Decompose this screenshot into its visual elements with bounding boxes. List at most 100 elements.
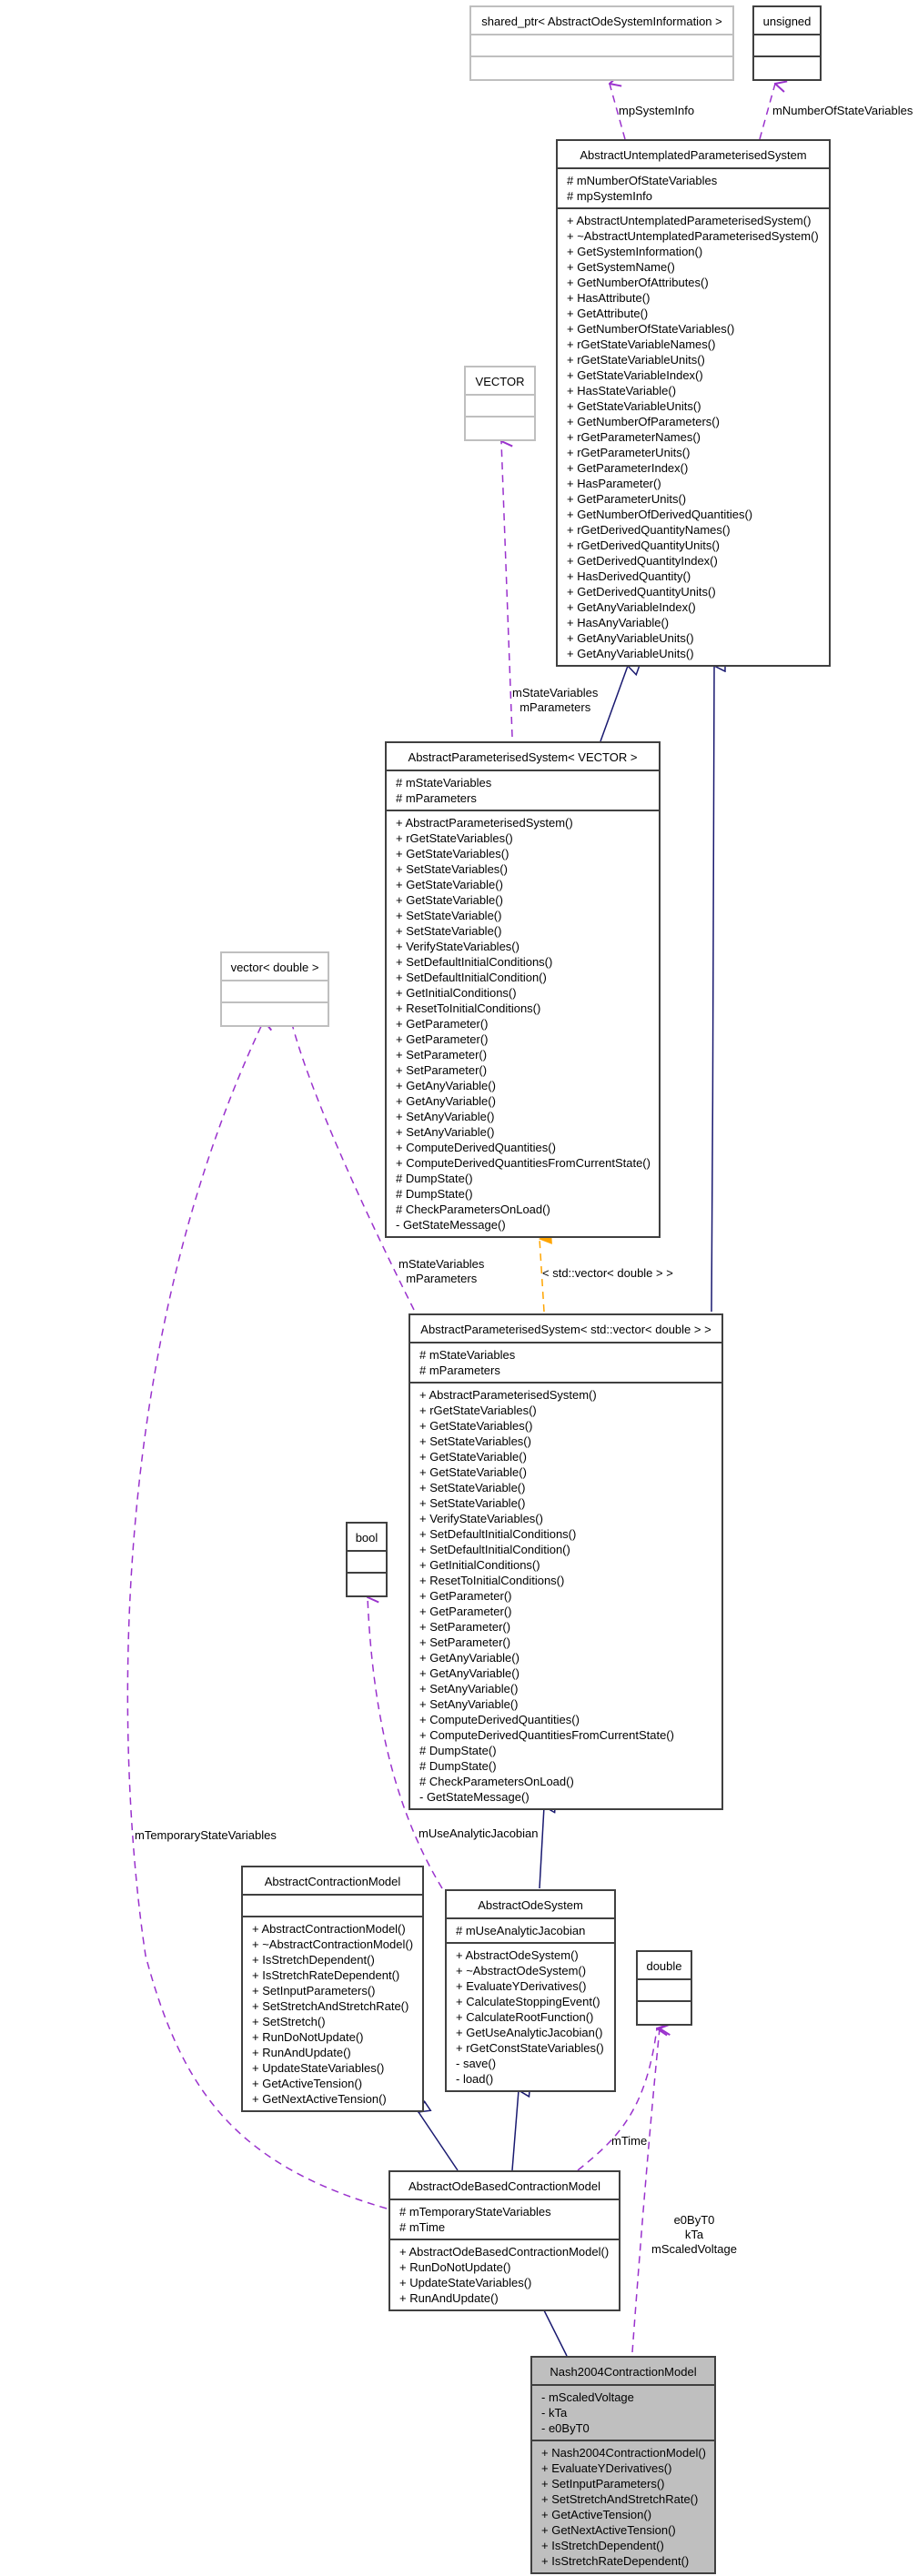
method: # DumpState() [419, 1744, 497, 1757]
methods-section [466, 418, 534, 439]
edge-vector-members [501, 441, 513, 738]
class-vector-double[interactable]: vector< double > [220, 951, 329, 1027]
method: + SetStateVariable() [419, 1496, 526, 1510]
method: + rGetDerivedQuantityNames() [567, 523, 731, 537]
method: + UpdateStateVariables() [252, 2061, 385, 2075]
attributes-section [222, 981, 328, 1003]
attribute: - e0ByT0 [541, 2421, 590, 2435]
methods-section [348, 1574, 386, 1595]
class-abstract-ode-system[interactable]: AbstractOdeSystem # mUseAnalyticJacobian +… [445, 1889, 616, 2092]
attribute: # mParameters [396, 791, 477, 805]
attributes-section [243, 1896, 422, 1917]
method: + GetNextActiveTension() [541, 2523, 676, 2537]
edge-inherit-odesystem [539, 1806, 544, 1889]
label-template-binding: < std::vector< double > > [542, 1266, 673, 1280]
method: + SetStretch() [252, 2015, 326, 2028]
class-unsigned[interactable]: unsigned [752, 5, 822, 81]
method: + GetUseAnalyticJacobian() [456, 2026, 603, 2039]
method: + SetAnyVariable() [396, 1110, 495, 1123]
label-line: e0ByT0 [673, 2213, 715, 2227]
label-line: kTa [684, 2228, 704, 2241]
method: + VerifyStateVariables() [396, 940, 520, 953]
attribute: - mScaledVoltage [541, 2390, 634, 2404]
methods-section: + AbstractOdeBasedContractionModel() + Ru… [390, 2240, 619, 2309]
method: + AbstractParameterisedSystem() [396, 816, 573, 830]
methods-section [638, 2002, 691, 2024]
method: + GetInitialConditions() [419, 1558, 540, 1572]
class-abstract-untemplated-parameterised-system[interactable]: AbstractUntemplatedParameterisedSystem # … [556, 139, 831, 667]
class-name: bool [348, 1524, 386, 1552]
attributes-section [471, 35, 732, 57]
method: + HasStateVariable() [567, 384, 677, 397]
method: + GetParameterUnits() [567, 492, 687, 506]
method: + GetParameter() [396, 1017, 489, 1031]
method: + SetParameter() [396, 1048, 488, 1062]
method: + SetParameter() [419, 1620, 511, 1634]
attributes-section: - mScaledVoltage - kTa - e0ByT0 [532, 2386, 714, 2441]
methods-section: + AbstractUntemplatedParameterisedSystem… [558, 209, 829, 665]
method: + GetAnyVariable() [419, 1666, 520, 1680]
class-name: AbstractUntemplatedParameterisedSystem [558, 141, 829, 169]
method: + SetStateVariable() [396, 924, 502, 938]
method: + Nash2004ContractionModel() [541, 2446, 707, 2460]
class-abstract-parameterised-system-vector[interactable]: AbstractParameterisedSystem< VECTOR > # m… [385, 741, 661, 1238]
method: + GetStateVariables() [396, 847, 509, 860]
label-line: mStateVariables [398, 1257, 485, 1271]
class-name: AbstractParameterisedSystem< VECTOR > [387, 743, 659, 771]
method: + VerifyStateVariables() [419, 1512, 543, 1525]
method: + SetParameter() [396, 1063, 488, 1077]
method: + ComputeDerivedQuantitiesFromCurrentSta… [396, 1156, 651, 1170]
class-shared-ptr[interactable]: shared_ptr< AbstractOdeSystemInformation… [469, 5, 734, 81]
attributes-section: # mTemporaryStateVariables # mTime [390, 2200, 619, 2240]
class-abstract-parameterised-system-std-vector[interactable]: AbstractParameterisedSystem< std::vector… [409, 1313, 723, 1810]
label-double-members: e0ByT0 kTa mScaledVoltage [651, 2213, 737, 2257]
method: + GetDerivedQuantityIndex() [567, 554, 718, 568]
method: + RunDoNotUpdate() [252, 2030, 364, 2044]
method: + GetSystemInformation() [567, 245, 703, 258]
method: + GetParameter() [419, 1605, 512, 1618]
method: + rGetParameterUnits() [567, 446, 691, 459]
attributes-section [754, 35, 820, 57]
method: + GetAnyVariableUnits() [567, 647, 694, 660]
attribute: # mTemporaryStateVariables [399, 2205, 551, 2219]
method: + GetStateVariableUnits() [567, 399, 701, 413]
method: + SetInputParameters() [541, 2477, 665, 2490]
class-vector-template[interactable]: VECTOR [464, 366, 536, 441]
method: + rGetStateVariables() [419, 1404, 537, 1417]
methods-section: + AbstractContractionModel() + ~AbstractC… [243, 1917, 422, 2110]
class-abstract-ode-based-contraction-model[interactable]: AbstractOdeBasedContractionModel # mTempo… [388, 2170, 620, 2311]
method: + SetStateVariable() [419, 1481, 526, 1494]
method: + ResetToInitialConditions() [419, 1574, 565, 1587]
edge-inherit-aps-vector [600, 666, 628, 742]
methods-section: + AbstractOdeSystem() + ~AbstractOdeSyste… [447, 1944, 614, 2090]
class-double[interactable]: double [636, 1950, 692, 2026]
class-abstract-contraction-model[interactable]: AbstractContractionModel + AbstractContra… [241, 1866, 424, 2112]
method: + SetDefaultInitialConditions() [396, 955, 553, 969]
method: + SetStateVariables() [396, 862, 508, 876]
method: # CheckParametersOnLoad() [419, 1775, 574, 1788]
method: + GetAnyVariable() [396, 1079, 496, 1092]
attributes-section [638, 1980, 691, 2002]
method: + ComputeDerivedQuantitiesFromCurrentSta… [419, 1728, 674, 1742]
edge-inherit-odesystem-untemplated [711, 666, 714, 1313]
class-name: double [638, 1952, 691, 1980]
class-bool[interactable]: bool [346, 1522, 388, 1597]
attributes-section: # mStateVariables # mParameters [387, 771, 659, 811]
attribute: # mpSystemInfo [567, 189, 652, 203]
class-nash2004-contraction-model[interactable]: Nash2004ContractionModel - mScaledVoltage… [530, 2356, 716, 2574]
method: + IsStretchDependent() [541, 2539, 664, 2552]
method: + rGetDerivedQuantityUnits() [567, 538, 720, 552]
method: + SetStateVariables() [419, 1434, 531, 1448]
method: + SetAnyVariable() [419, 1682, 519, 1696]
method: + GetParameter() [396, 1032, 489, 1046]
method: + RunAndUpdate() [252, 2046, 351, 2059]
methods-section [471, 57, 732, 79]
method: + GetAnyVariableIndex() [567, 600, 696, 614]
label-mUseAnalyticJacobian: mUseAnalyticJacobian [419, 1826, 539, 1840]
method: - load() [456, 2072, 494, 2086]
methods-section: + Nash2004ContractionModel() + EvaluateYD… [532, 2441, 714, 2572]
edge-inherit-nash [544, 2310, 568, 2357]
edge-inherit-contraction [419, 2112, 459, 2171]
method: + SetInputParameters() [252, 1984, 376, 1997]
method: + GetAnyVariable() [396, 1094, 496, 1108]
